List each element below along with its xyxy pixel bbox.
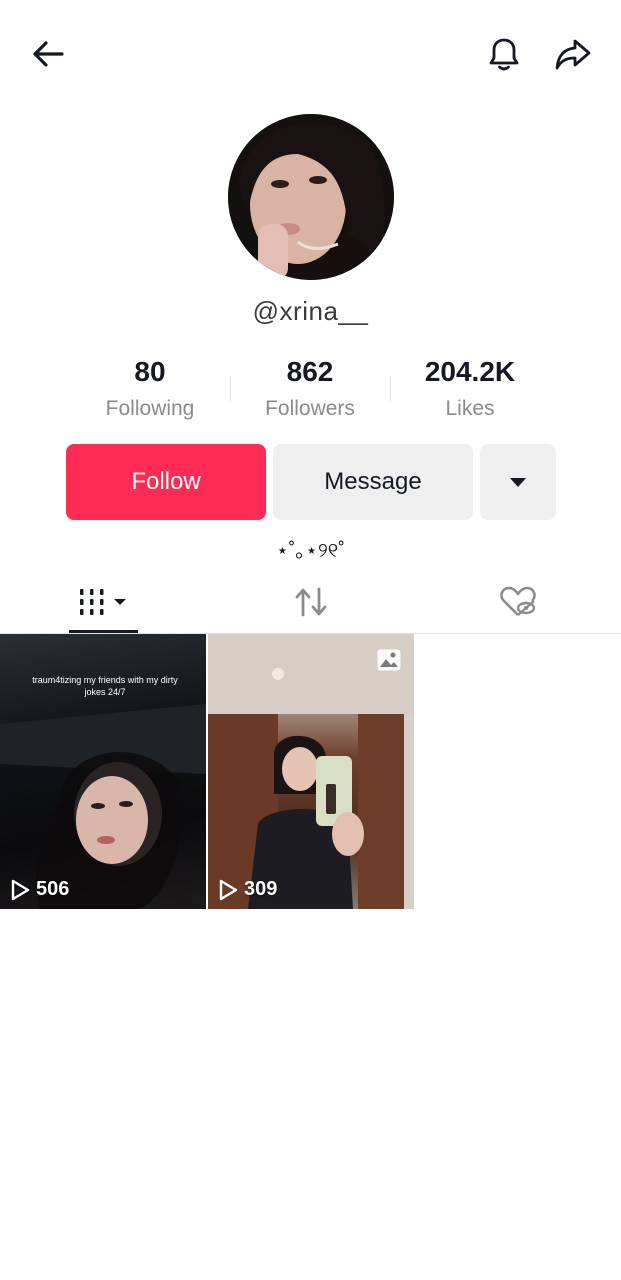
stat-divider bbox=[230, 376, 231, 402]
bell-icon bbox=[489, 38, 519, 71]
video-tile[interactable]: traum4tizing my friends with my dirty jo… bbox=[0, 634, 206, 909]
view-count: 506 bbox=[10, 878, 69, 901]
view-count-value: 506 bbox=[36, 878, 70, 900]
back-button[interactable] bbox=[24, 30, 72, 78]
following-count: 80 bbox=[134, 356, 166, 387]
photo-icon bbox=[377, 649, 401, 671]
stat-likes[interactable]: 204.2K Likes bbox=[390, 352, 550, 432]
username: @xrina__ bbox=[252, 296, 369, 326]
photo-thumbnail bbox=[208, 634, 414, 909]
profile-page: @xrina__ 80 Following 862 Followers 204.… bbox=[0, 0, 621, 1280]
stat-followers[interactable]: 862 Followers bbox=[230, 352, 390, 432]
stat-following[interactable]: 80 Following bbox=[70, 352, 230, 432]
share-icon bbox=[555, 39, 591, 70]
top-bar bbox=[0, 0, 621, 110]
notifications-button[interactable] bbox=[480, 30, 528, 78]
stat-divider bbox=[390, 376, 391, 402]
tab-reposts[interactable] bbox=[207, 570, 414, 634]
avatar[interactable] bbox=[228, 114, 394, 280]
more-options-button[interactable] bbox=[480, 444, 556, 520]
liked-hidden-icon bbox=[499, 586, 536, 616]
likes-count: 204.2K bbox=[424, 356, 516, 387]
grid-icon bbox=[79, 589, 126, 615]
followers-label: Followers bbox=[265, 397, 355, 420]
view-count: 309 bbox=[218, 878, 277, 901]
tab-liked[interactable] bbox=[414, 570, 621, 634]
play-icon bbox=[219, 879, 238, 900]
active-tab-indicator bbox=[69, 630, 138, 633]
content-tabs bbox=[0, 570, 621, 634]
likes-label: Likes bbox=[445, 397, 495, 420]
back-arrow-icon bbox=[33, 41, 64, 67]
avatar-photo bbox=[228, 114, 394, 280]
follow-button[interactable]: Follow bbox=[66, 444, 266, 520]
chevron-down-icon bbox=[510, 478, 526, 487]
profile-stats: 80 Following 862 Followers 204.2K Likes bbox=[70, 352, 550, 432]
followers-count: 862 bbox=[286, 356, 334, 387]
following-label: Following bbox=[105, 397, 195, 420]
video-caption: traum4tizing my friends with my dirty jo… bbox=[32, 675, 178, 697]
video-tile[interactable]: 309 bbox=[208, 634, 414, 909]
view-count-value: 309 bbox=[244, 878, 278, 900]
bio: ⋆˚｡⋆୨୧˚ bbox=[276, 540, 345, 562]
play-icon bbox=[11, 879, 30, 900]
repost-icon bbox=[295, 587, 326, 617]
message-button[interactable]: Message bbox=[273, 444, 473, 520]
share-button[interactable] bbox=[549, 30, 597, 78]
tab-videos[interactable] bbox=[0, 570, 207, 634]
